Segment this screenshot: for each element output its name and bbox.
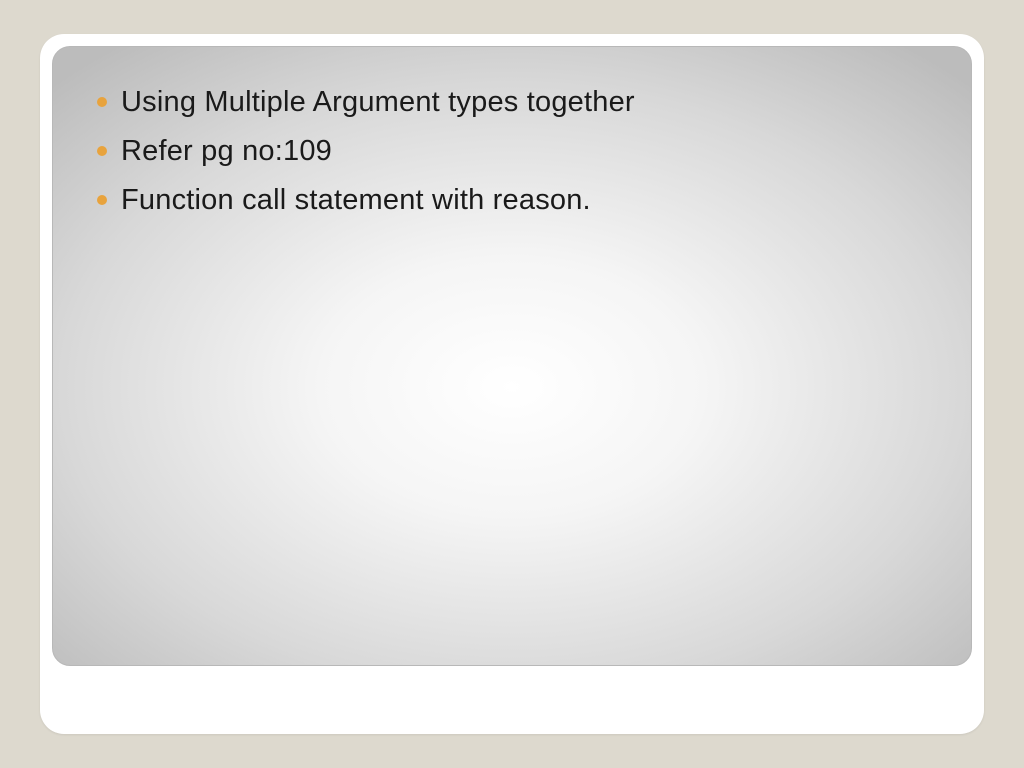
bullet-icon — [97, 195, 107, 205]
slide-content-panel: Using Multiple Argument types together R… — [52, 46, 972, 666]
bullet-text: Function call statement with reason. — [121, 181, 591, 220]
bullet-list: Using Multiple Argument types together R… — [97, 83, 927, 220]
list-item: Function call statement with reason. — [97, 181, 927, 220]
bullet-icon — [97, 146, 107, 156]
bullet-text: Refer pg no:109 — [121, 132, 332, 171]
list-item: Refer pg no:109 — [97, 132, 927, 171]
slide-container: Using Multiple Argument types together R… — [40, 34, 984, 734]
list-item: Using Multiple Argument types together — [97, 83, 927, 122]
bullet-text: Using Multiple Argument types together — [121, 83, 635, 122]
bullet-icon — [97, 97, 107, 107]
